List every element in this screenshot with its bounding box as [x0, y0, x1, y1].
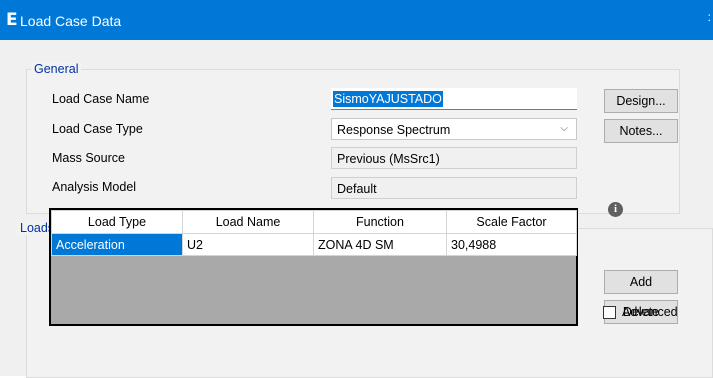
advanced-checkbox[interactable]	[603, 306, 616, 319]
column-header-load-name[interactable]: Load Name	[182, 210, 314, 234]
mass-source-label: Mass Source	[52, 151, 125, 165]
load-case-name-value: SismoYAJUSTADO	[333, 91, 443, 107]
general-group-title: General	[31, 62, 82, 76]
load-case-type-value: Response Spectrum	[337, 123, 451, 137]
scale-factor-cell[interactable]: 30,4988	[446, 233, 577, 256]
load-type-cell[interactable]: Acceleration	[51, 233, 183, 256]
load-name-cell[interactable]: U2	[182, 233, 314, 256]
info-icon[interactable]: i	[608, 202, 623, 217]
window-title: Load Case Data	[20, 13, 122, 29]
advanced-label: Advanced	[622, 305, 678, 319]
load-case-name-label: Load Case Name	[52, 92, 150, 106]
load-case-name-input[interactable]: SismoYAJUSTADO	[331, 88, 577, 110]
table-row[interactable]: Acceleration U2 ZONA 4D SM 30,4988	[51, 233, 577, 256]
load-case-type-label: Load Case Type	[52, 122, 143, 136]
grid-header-row: Load Type Load Name Function Scale Facto…	[51, 210, 577, 234]
close-icon[interactable]: :	[708, 10, 711, 24]
title-bar: E Load Case Data :	[0, 0, 713, 40]
column-header-scale-factor[interactable]: Scale Factor	[446, 210, 577, 234]
column-header-function[interactable]: Function	[313, 210, 447, 234]
mass-source-field: Previous (MsSrc1)	[331, 147, 577, 169]
notes-button[interactable]: Notes...	[604, 119, 678, 143]
analysis-model-value: Default	[337, 182, 377, 196]
etabs-app-icon: E	[6, 10, 18, 30]
loads-grid: Load Type Load Name Function Scale Facto…	[49, 208, 578, 326]
add-button[interactable]: Add	[604, 270, 678, 294]
column-header-load-type[interactable]: Load Type	[51, 210, 183, 234]
function-cell[interactable]: ZONA 4D SM	[313, 233, 447, 256]
design-button[interactable]: Design...	[604, 89, 678, 113]
chevron-down-icon: ⌵	[560, 123, 568, 134]
load-case-type-select[interactable]: Response Spectrum ⌵	[331, 118, 577, 140]
analysis-model-field: Default	[331, 177, 577, 199]
analysis-model-label: Analysis Model	[52, 180, 137, 194]
mass-source-value: Previous (MsSrc1)	[337, 152, 440, 166]
